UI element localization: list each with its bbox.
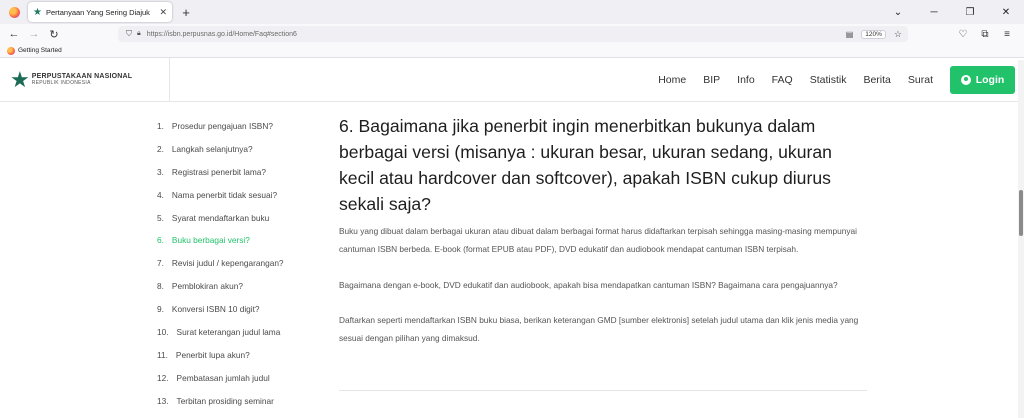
faq-item-number: 11. (157, 349, 168, 360)
tab-bar: ★ Pertanyaan Yang Sering Diajuk ✕ + ⌄ ─ … (0, 0, 1024, 24)
faq-item-number: 3. (157, 166, 164, 177)
faq-item-label: Terbitan prosiding seminar (176, 395, 274, 406)
tab-title: Pertanyaan Yang Sering Diajuk (45, 7, 150, 17)
answer-paragraph-2: Bagaimana dengan e-book, DVD edukatif da… (339, 279, 838, 290)
navigation-bar: ← → ↻ ⛉ 🔒︎ https://isbn.perpusnas.go.id/… (0, 24, 1024, 44)
faq-list-item[interactable]: 6. Buku berbagai versi? (157, 235, 327, 258)
site-favicon-icon: ★ (33, 6, 42, 18)
toolbar-right: ♡ ⧉ ≡ (952, 24, 1018, 44)
answer-paragraph-3: Daftarkan seperti mendaftarkan ISBN buku… (339, 314, 859, 344)
faq-item-label: Konversi ISBN 10 digit? (171, 304, 260, 315)
faq-item-label: Nama penerbit tidak sesuai? (171, 189, 278, 200)
zoom-level[interactable]: 120% (861, 29, 886, 39)
page-scrollbar[interactable] (1018, 60, 1024, 418)
faq-item-number: 9. (157, 304, 164, 315)
forward-icon[interactable]: → (24, 28, 44, 40)
faq-item-label: Prosedur pengajuan ISBN? (171, 121, 273, 131)
faq-list-item[interactable]: 2. Langkah selanjutnya? (157, 144, 327, 167)
login-button[interactable]: Login (950, 66, 1015, 94)
faq-item-label: Registrasi penerbit lama? (171, 166, 266, 177)
nav-home[interactable]: Home (658, 74, 686, 86)
new-tab-button[interactable]: + (176, 5, 196, 20)
nav-faq[interactable]: FAQ (772, 74, 793, 86)
faq-list-item[interactable]: 3. Registrasi penerbit lama? (157, 167, 327, 190)
logo-text: PERPUSTAKAAN NASIONAL REPUBLIK INDONESIA (32, 73, 133, 86)
faq-item-number: 1. (157, 121, 164, 131)
faq-list-item[interactable]: 13. Terbitan prosiding seminar (157, 396, 327, 418)
main-nav: Home BIP Info FAQ Statistik Berita Surat… (658, 58, 1024, 102)
faq-item-label: Syarat mendaftarkan buku (171, 212, 270, 223)
faq-list-item[interactable]: 1. Prosedur pengajuan ISBN? (157, 121, 327, 144)
browser-window: ★ Pertanyaan Yang Sering Diajuk ✕ + ⌄ ─ … (0, 0, 1024, 418)
faq-list-item[interactable]: 12. Pembatasan jumlah judul (157, 373, 327, 396)
url-text[interactable]: https://isbn.perpusnas.go.id/Home/Faq#se… (147, 31, 846, 38)
lock-icon[interactable]: 🔒︎ (137, 30, 141, 38)
site-header: ★ PERPUSTAKAAN NASIONAL REPUBLIK INDONES… (0, 57, 1024, 102)
faq-item-label: Pemblokiran akun? (171, 281, 243, 292)
url-bar[interactable]: ⛉ 🔒︎ https://isbn.perpusnas.go.id/Home/F… (118, 26, 908, 42)
pocket-icon[interactable]: ♡ (952, 29, 974, 40)
tab-close-icon[interactable]: ✕ (159, 7, 167, 18)
bookmark-getting-started[interactable]: Getting Started (18, 47, 62, 54)
faq-item-number: 12. (157, 372, 169, 383)
faq-list-item[interactable]: 9. Konversi ISBN 10 digit? (157, 304, 327, 327)
answer-paragraph-1: Buku yang dibuat dalam berbagai ukuran a… (339, 226, 857, 255)
site-logo[interactable]: ★ PERPUSTAKAAN NASIONAL REPUBLIK INDONES… (0, 57, 170, 102)
nav-statistik[interactable]: Statistik (810, 74, 847, 86)
firefox-icon[interactable] (0, 6, 28, 18)
minimize-icon[interactable]: ─ (916, 7, 952, 18)
nav-bip[interactable]: BIP (703, 74, 720, 86)
faq-item-label: Langkah selanjutnya? (171, 143, 253, 154)
section-divider (339, 390, 867, 391)
faq-list-item[interactable]: 4. Nama penerbit tidak sesuai? (157, 190, 327, 213)
faq-item-number: 5. (157, 212, 164, 223)
star-icon[interactable]: ☆ (894, 29, 902, 40)
faq-item-number: 8. (157, 281, 164, 292)
nav-berita[interactable]: Berita (863, 74, 890, 86)
window-controls: ⌄ ─ ❐ ✕ (880, 0, 1024, 24)
faq-list-item[interactable]: 11. Penerbit lupa akun? (157, 350, 327, 373)
reader-view-icon[interactable]: ▤ (846, 30, 854, 39)
logo-line1: PERPUSTAKAAN NASIONAL (31, 73, 133, 80)
login-label: Login (975, 74, 1005, 86)
user-icon (960, 75, 971, 85)
close-window-icon[interactable]: ✕ (988, 7, 1024, 18)
scrollbar-thumb[interactable] (1019, 190, 1023, 236)
faq-item-number: 7. (157, 258, 164, 269)
extensions-icon[interactable]: ⧉ (974, 29, 996, 40)
faq-item-label: Surat keterangan judul lama (176, 327, 281, 338)
menu-icon[interactable]: ≡ (996, 29, 1018, 40)
nav-info[interactable]: Info (737, 74, 755, 86)
restore-icon[interactable]: ❐ (952, 7, 988, 18)
browser-tab[interactable]: ★ Pertanyaan Yang Sering Diajuk ✕ (28, 2, 172, 22)
faq-item-number: 4. (157, 189, 164, 200)
logo-line2: REPUBLIK INDONESIA (31, 80, 91, 86)
faq-list-item[interactable]: 5. Syarat mendaftarkan buku (157, 213, 327, 236)
faq-item-number: 13. (157, 395, 169, 406)
faq-item-label: Revisi judul / kepengarangan? (171, 258, 284, 269)
bookmarks-bar: Getting Started (0, 44, 1024, 58)
faq-item-label: Penerbit lupa akun? (175, 349, 250, 360)
faq-list-item[interactable]: 7. Revisi judul / kepengarangan? (157, 258, 327, 281)
faq-sidebar: 1. Prosedur pengajuan ISBN? 2. Langkah sela… (157, 121, 327, 418)
reload-icon[interactable]: ↻ (44, 28, 64, 41)
faq-item-number: 6. (157, 235, 164, 246)
faq-item-label: Buku berbagai versi? (171, 235, 250, 246)
faq-list-item[interactable]: 8. Pemblokiran akun? (157, 281, 327, 304)
shield-icon[interactable]: ⛉ (126, 29, 132, 39)
faq-item-number: 10. (157, 327, 169, 338)
nav-surat[interactable]: Surat (908, 74, 933, 86)
getting-started-icon (7, 46, 15, 55)
faq-item-number: 2. (157, 143, 164, 154)
tab-list-icon[interactable]: ⌄ (880, 7, 916, 18)
faq-item-label: Pembatasan jumlah judul (176, 372, 270, 383)
back-icon[interactable]: ← (4, 28, 24, 40)
question-title: 6. Bagaimana jika penerbit ingin menerbi… (339, 116, 832, 214)
faq-answer-section: 6. Bagaimana jika penerbit ingin menerbi… (339, 113, 869, 347)
perpusnas-logo-icon: ★ (10, 66, 30, 92)
faq-list-item[interactable]: 10. Surat keterangan judul lama (157, 327, 327, 350)
